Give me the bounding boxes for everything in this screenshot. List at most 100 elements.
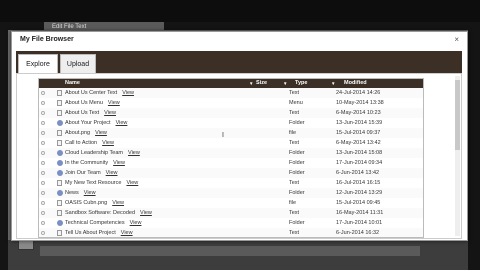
file-type: Folder — [289, 220, 305, 226]
table-row[interactable]: About.png View file 15-Jul-2014 09:37 — [39, 128, 423, 138]
table-row[interactable]: Call to Action View Text 6-May-2014 13:42 — [39, 138, 423, 148]
view-link[interactable]: View — [122, 90, 134, 96]
view-link[interactable]: View — [84, 190, 96, 196]
table-row[interactable]: OASIS Cubn.png View file 15-Jul-2014 09:45 — [39, 198, 423, 208]
file-type: Text — [289, 210, 300, 216]
file-name: News View — [65, 190, 96, 196]
file-modified: 12-Jun-2014 13:29 — [336, 190, 383, 196]
file-type: Text — [289, 110, 300, 116]
view-link[interactable]: View — [104, 110, 116, 116]
file-name: Tell Us About Project View — [65, 230, 133, 236]
row-select-radio[interactable] — [41, 151, 45, 155]
file-icon — [57, 200, 62, 206]
file-icon — [57, 180, 62, 186]
file-modified: 13-Jun-2014 15:08 — [336, 150, 383, 156]
file-type: Folder — [289, 120, 305, 126]
row-select-radio[interactable] — [41, 91, 45, 95]
folder-icon — [57, 160, 63, 166]
row-select-radio[interactable] — [41, 181, 45, 185]
table-row[interactable]: About Us Text View Text 6-May-2014 10:23 — [39, 108, 423, 118]
view-link[interactable]: View — [102, 140, 114, 146]
row-select-radio[interactable] — [41, 211, 45, 215]
view-link[interactable]: View — [128, 150, 140, 156]
view-link[interactable]: View — [106, 170, 118, 176]
view-link[interactable]: View — [113, 160, 125, 166]
table-row[interactable]: Tell Us About Project View Text 6-Jun-2014 … — [39, 228, 423, 237]
scrollbar-thumb[interactable] — [455, 80, 460, 150]
row-select-radio[interactable] — [41, 111, 45, 115]
sort-arrow-icon[interactable]: ▼ — [249, 79, 253, 88]
file-modified: 24-Jul-2014 14:26 — [336, 90, 381, 96]
file-name: Technical Competencies View — [65, 220, 142, 226]
folder-icon — [57, 170, 63, 176]
table-row[interactable]: In the Community View Folder 17-Jun-2014 09… — [39, 158, 423, 168]
sort-arrow-icon[interactable]: ▼ — [283, 79, 287, 88]
file-name: OASIS Cubn.png View — [65, 200, 125, 206]
table-row[interactable]: My New Text Resource View Text 16-Jul-2014 … — [39, 178, 423, 188]
background-button[interactable] — [18, 240, 34, 250]
table-row[interactable]: Technical Competencies View Folder 17-Jun-2… — [39, 218, 423, 228]
row-select-radio[interactable] — [41, 171, 45, 175]
table-row[interactable]: Join Our Team View Folder 6-Jun-2014 13:42 — [39, 168, 423, 178]
file-modified: 6-Jun-2014 16:32 — [336, 230, 380, 236]
file-name: About Us Center Text View — [65, 90, 135, 96]
view-link[interactable]: View — [108, 100, 120, 106]
row-select-radio[interactable] — [41, 101, 45, 105]
sort-arrow-icon[interactable]: ▼ — [331, 79, 335, 88]
tab-explore[interactable]: Explore — [18, 54, 58, 73]
file-modified: 16-Jul-2014 16:15 — [336, 180, 381, 186]
folder-icon — [57, 190, 63, 196]
row-select-radio[interactable] — [41, 231, 45, 235]
file-modified: 17-Jun-2014 10:01 — [336, 220, 383, 226]
table-row[interactable]: About Us Center Text View Text 24-Jul-2014 … — [39, 88, 423, 98]
file-type: Text — [289, 140, 300, 146]
file-name: Call to Action View — [65, 140, 114, 146]
view-link[interactable]: View — [130, 220, 142, 226]
table-row[interactable]: About Your Project View Folder 13-Jun-2014 … — [39, 118, 423, 128]
column-header-size[interactable]: Size — [256, 79, 267, 88]
close-icon[interactable]: × — [454, 35, 459, 44]
row-select-radio[interactable] — [41, 191, 45, 195]
row-select-radio[interactable] — [41, 121, 45, 125]
column-header-modified[interactable]: Modified — [344, 79, 367, 88]
file-name: About Us Text View — [65, 110, 116, 116]
view-link[interactable]: View — [112, 200, 124, 206]
tab-upload[interactable]: Upload — [60, 54, 96, 73]
file-name: In the Community View — [65, 160, 125, 166]
table-row[interactable]: About Us Menu View Menu 10-May-2014 13:38 — [39, 98, 423, 108]
table-row[interactable]: News View Folder 12-Jun-2014 13:29 — [39, 188, 423, 198]
vertical-scrollbar[interactable] — [455, 76, 460, 236]
view-link[interactable]: View — [116, 120, 128, 126]
column-header-type[interactable]: Type — [295, 79, 307, 88]
view-link[interactable]: View — [140, 210, 152, 216]
row-select-radio[interactable] — [41, 201, 45, 205]
row-select-radio[interactable] — [41, 221, 45, 225]
grid-header: Name ▼ Size ▼ Type ▼ Modified ▼ — [39, 79, 423, 88]
file-icon — [57, 140, 62, 146]
row-select-radio[interactable] — [41, 131, 45, 135]
file-type: file — [289, 200, 297, 206]
file-icon — [57, 130, 62, 136]
folder-icon — [57, 120, 63, 126]
row-select-radio[interactable] — [41, 161, 45, 165]
table-row[interactable]: Cloud Leadership Team View Folder 13-Jun-20… — [39, 148, 423, 158]
column-header-name[interactable]: Name — [65, 79, 80, 88]
file-icon — [57, 210, 62, 216]
file-grid: Name ▼ Size ▼ Type ▼ Modified ▼ About Us… — [38, 78, 424, 238]
file-modified: 13-Jun-2014 15:39 — [336, 120, 383, 126]
table-row[interactable]: Sandbox Software: Decoded View Text 16-May-… — [39, 208, 423, 218]
file-name: About.png View — [65, 130, 107, 136]
folder-icon — [57, 150, 63, 156]
file-name: My New Text Resource View — [65, 180, 139, 186]
dialog-title: My File Browser — [20, 36, 74, 43]
file-modified: 15-Jul-2014 09:45 — [336, 200, 381, 206]
view-link[interactable]: View — [126, 180, 138, 186]
file-browser-dialog: My File Browser × Explore Upload Name ▼ … — [11, 31, 468, 241]
file-type: Text — [289, 90, 300, 96]
file-icon — [57, 230, 62, 236]
view-link[interactable]: View — [95, 130, 107, 136]
view-link[interactable]: View — [121, 230, 133, 236]
file-type: Text — [289, 230, 300, 236]
background-toolbar — [0, 0, 480, 22]
row-select-radio[interactable] — [41, 141, 45, 145]
